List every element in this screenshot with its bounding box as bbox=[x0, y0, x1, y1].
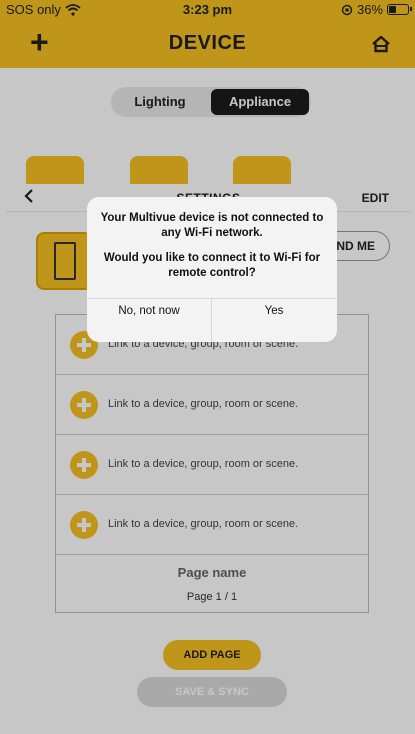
alert-message: Your Multivue device is not connected to… bbox=[97, 211, 327, 281]
modal-overlay bbox=[0, 0, 415, 734]
yes-button[interactable]: Yes bbox=[212, 298, 336, 342]
alert-message-line1: Your Multivue device is not connected to… bbox=[100, 212, 324, 239]
alert-message-line2: Would you like to connect it to Wi-Fi fo… bbox=[103, 252, 321, 279]
wifi-alert-dialog: Your Multivue device is not connected to… bbox=[87, 197, 337, 342]
not-now-button[interactable]: No, not now bbox=[87, 298, 211, 342]
